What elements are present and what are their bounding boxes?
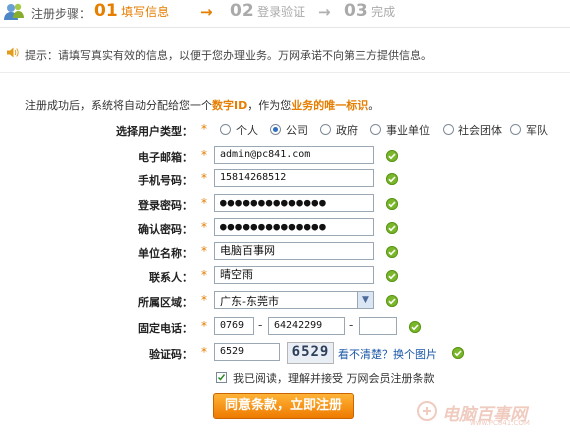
watermark: 电脑百事网 www.PC841.COM [412, 398, 562, 428]
tip-bar: 提示：请填写真实有效的信息，以便于您办理业务。万网承诺不向第三方提供信息。 [0, 45, 570, 63]
step-3-label: 完成 [371, 5, 396, 19]
intro-prefix: 注册成功后，系统将自动分配给您一个 [25, 99, 212, 112]
intro-highlight-identity: 业务的唯一标识 [291, 99, 369, 112]
radio-company[interactable] [270, 124, 281, 135]
step-2-number: 02 [230, 1, 254, 21]
confirm-password-label: 确认密码： [138, 223, 193, 236]
step-2-label: 登录验证 [257, 5, 306, 19]
check-icon [386, 222, 398, 234]
intro-text: 注册成功后，系统将自动分配给您一个数字ID，作为您业务的唯一标识。 [25, 97, 379, 113]
user-type-label: 选择用户类型： [116, 125, 193, 138]
phone-area-field[interactable]: 0769 [214, 317, 254, 335]
radio-government[interactable] [320, 124, 331, 135]
check-icon [386, 270, 398, 282]
step-3: 03 完成 [344, 1, 395, 21]
step-3-number: 03 [344, 1, 368, 21]
radio-social-group[interactable] [443, 124, 454, 135]
option-government-label: 政府 [336, 124, 358, 137]
step-1: 01 填写信息 [94, 1, 169, 21]
option-social-group-label: 社会团体 [458, 124, 502, 137]
step-1-label: 填写信息 [121, 5, 170, 19]
mobile-field[interactable]: 15814268512 [214, 169, 374, 187]
password-label: 登录密码： [138, 199, 193, 212]
chevron-down-icon[interactable]: ▼ [357, 292, 373, 308]
contact-label: 联系人： [149, 271, 193, 284]
users-icon [3, 1, 25, 23]
step-bar: 注册步骤： 01 填写信息 → 02 登录验证 → 03 完成 [0, 0, 570, 27]
check-icon [386, 173, 398, 185]
watermark-logo-icon [416, 400, 438, 422]
radio-institution[interactable] [370, 124, 381, 135]
dash: - [258, 318, 263, 332]
company-label: 单位名称： [138, 247, 193, 260]
step-1-number: 01 [94, 1, 118, 21]
watermark-url: www.PC841.COM [470, 419, 530, 427]
check-icon [409, 321, 421, 333]
password-field[interactable]: ●●●●●●●●●●●●●● [214, 194, 374, 212]
intro-middle: ，作为您 [247, 99, 292, 112]
required-mark: * [201, 171, 207, 185]
refresh-captcha-link[interactable]: 看不清楚？换个图片 [338, 346, 437, 362]
radio-personal[interactable] [220, 124, 231, 135]
confirm-password-field[interactable]: ●●●●●●●●●●●●●● [214, 218, 374, 236]
contact-field[interactable]: 晴空雨 [214, 266, 374, 284]
option-military-label: 军队 [526, 124, 548, 137]
option-company-label: 公司 [286, 124, 308, 137]
check-icon [386, 150, 398, 162]
mobile-label: 手机号码： [138, 174, 193, 187]
email-field[interactable]: admin@pc841.com [214, 146, 374, 164]
region-selected-value: 广东-东莞市 [220, 295, 279, 308]
required-mark: * [201, 244, 207, 258]
email-label: 电子邮箱： [138, 151, 193, 164]
agree-text[interactable]: 我已阅读，理解并接受 万网会员注册条款 [233, 370, 435, 386]
dash: - [349, 318, 354, 332]
required-mark: * [201, 319, 207, 333]
intro-suffix: 。 [368, 99, 380, 112]
required-mark: * [201, 345, 207, 359]
region-label: 所属区域： [138, 296, 193, 309]
intro-highlight-id: 数字ID [212, 99, 248, 112]
phone-ext-field[interactable] [359, 317, 397, 335]
arrow-right-icon: → [318, 3, 331, 21]
check-icon [386, 198, 398, 210]
speaker-icon [7, 47, 19, 58]
agree-checkbox[interactable] [216, 372, 227, 383]
option-institution-label: 事业单位 [386, 124, 430, 137]
radio-military[interactable] [510, 124, 521, 135]
check-icon [386, 246, 398, 258]
required-mark: * [201, 122, 207, 136]
region-select[interactable]: 广东-东莞市 ▼ [214, 291, 374, 309]
steps-label: 注册步骤： [31, 7, 92, 21]
required-mark: * [201, 293, 207, 307]
submit-button[interactable]: 同意条款，立即注册 [213, 393, 354, 419]
captcha-field[interactable]: 6529 [214, 343, 280, 361]
arrow-right-icon: → [200, 3, 213, 21]
divider [0, 72, 570, 73]
divider [0, 27, 570, 28]
tip-text: 提示：请填写真实有效的信息，以便于您办理业务。万网承诺不向第三方提供信息。 [25, 49, 432, 62]
check-icon [386, 295, 398, 307]
step-2: 02 登录验证 [230, 1, 305, 21]
option-personal-label: 个人 [236, 124, 258, 137]
required-mark: * [201, 268, 207, 282]
company-field[interactable]: 电脑百事网 [214, 242, 374, 260]
captcha-image[interactable]: 6529 [287, 342, 334, 364]
phone-label: 固定电话： [138, 322, 193, 335]
captcha-label: 验证码： [149, 348, 193, 361]
required-mark: * [201, 148, 207, 162]
phone-number-field[interactable]: 64242299 [268, 317, 345, 335]
required-mark: * [201, 220, 207, 234]
required-mark: * [201, 196, 207, 210]
check-icon [452, 347, 464, 359]
